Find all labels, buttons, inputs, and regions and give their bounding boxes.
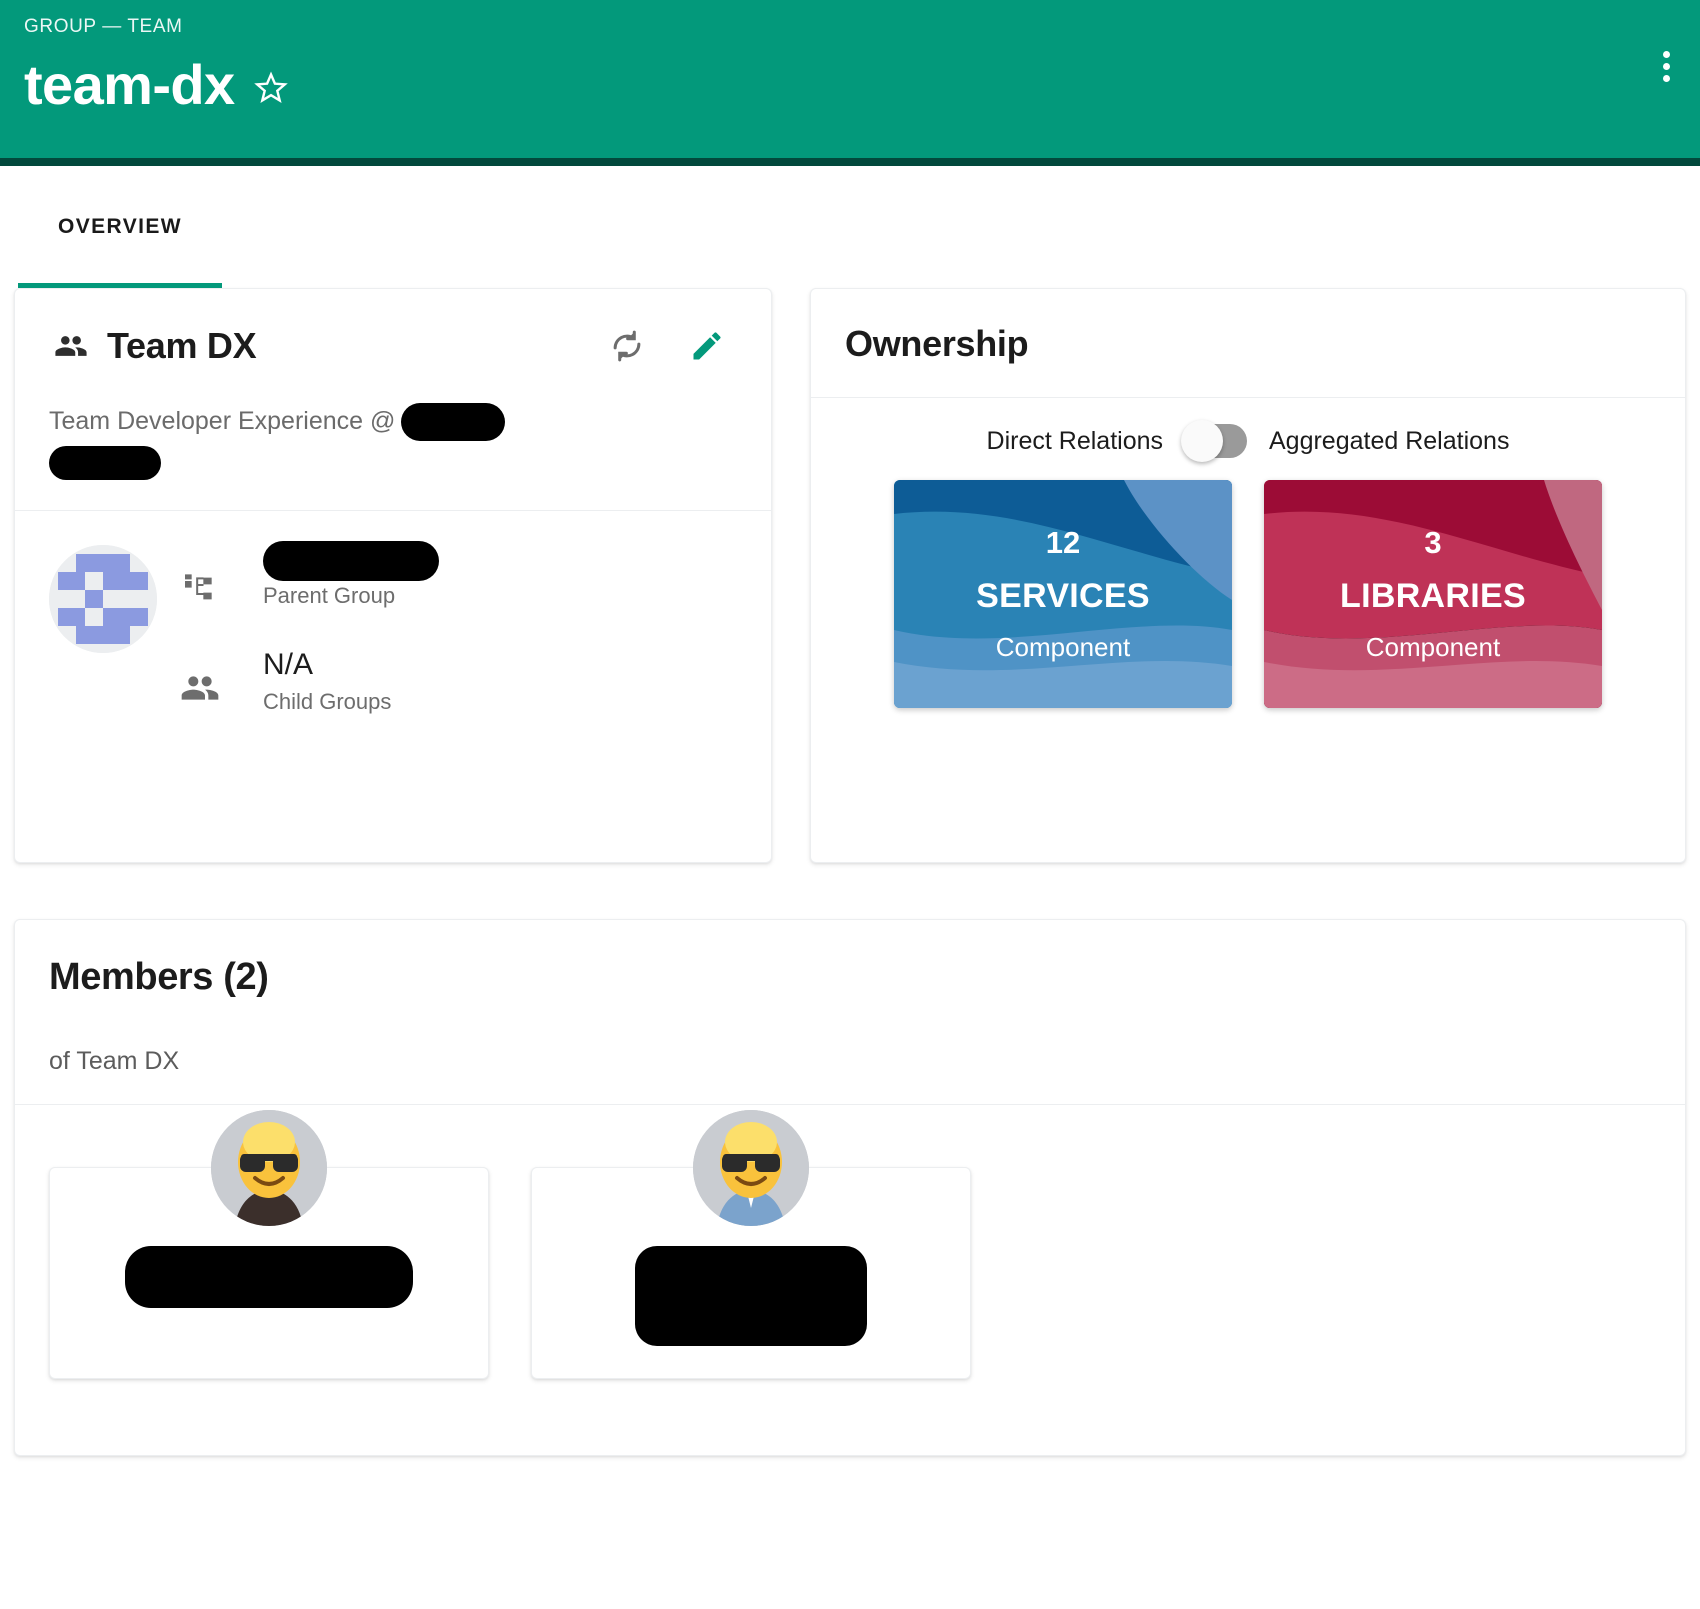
tab-bar: OVERVIEW xyxy=(0,166,1700,288)
about-card-actions xyxy=(607,326,737,366)
about-description-line2 xyxy=(15,442,771,480)
ownership-tiles: 12 SERVICES Component 3 LIBRARIES Compon… xyxy=(839,480,1657,708)
group-people-icon xyxy=(49,327,93,365)
about-card-header: Team DX xyxy=(15,289,771,401)
redacted-member-name xyxy=(125,1246,413,1308)
about-card-body: Parent Group N/A Child Groups xyxy=(15,511,771,715)
member-card[interactable] xyxy=(49,1110,489,1379)
redacted-member-name xyxy=(635,1246,867,1346)
pencil-edit-icon[interactable] xyxy=(687,326,727,366)
identicon-avatar xyxy=(49,545,157,653)
more-vert-icon[interactable] xyxy=(1644,38,1688,94)
direct-relations-label: Direct Relations xyxy=(986,426,1163,455)
tab-overview-label: OVERVIEW xyxy=(57,215,182,238)
breadcrumb: GROUP — TEAM xyxy=(24,16,183,37)
sync-refresh-icon[interactable] xyxy=(607,326,647,366)
field-child-groups-content: N/A Child Groups xyxy=(263,643,391,715)
ownership-tile-services[interactable]: 12 SERVICES Component xyxy=(894,480,1232,708)
field-child-groups-label: Child Groups xyxy=(263,689,392,714)
about-description-text: Team Developer Experience @ xyxy=(49,407,396,435)
about-description: Team Developer Experience @ xyxy=(15,401,771,442)
page-content: Team DX Team Developer Experience @ Pare… xyxy=(0,288,1700,1456)
ownership-tile-services-kind: SERVICES xyxy=(976,577,1150,615)
kebab-dot xyxy=(1662,50,1670,58)
member-card[interactable] xyxy=(531,1110,971,1379)
ownership-card-header: Ownership xyxy=(811,289,1685,397)
ownership-tile-libraries-content: 3 LIBRARIES Component xyxy=(1340,517,1526,671)
ownership-tile-libraries-kind: LIBRARIES xyxy=(1340,577,1526,615)
ownership-card: Ownership Direct Relations Aggregated Re… xyxy=(810,288,1686,863)
members-card-subtitle: of Team DX xyxy=(49,1047,180,1075)
redacted-parent-group-name xyxy=(263,541,439,581)
members-card-title: Members (2) xyxy=(49,956,269,998)
ownership-tile-services-count: 12 xyxy=(1045,525,1081,560)
ownership-tile-services-type: Component xyxy=(995,632,1131,662)
star-outline-icon[interactable] xyxy=(253,70,289,106)
field-parent-group-value xyxy=(263,541,439,581)
header-accent-bar xyxy=(0,158,1700,166)
kebab-dot xyxy=(1662,74,1670,82)
sunglasses-emoji-avatar-blue xyxy=(693,1110,809,1226)
page-title-row: team-dx xyxy=(24,52,1676,118)
relations-toggle-switch[interactable] xyxy=(1181,420,1247,462)
ownership-tile-libraries-count: 3 xyxy=(1424,525,1442,560)
sunglasses-emoji-avatar-dark xyxy=(211,1110,327,1226)
about-fields: Parent Group N/A Child Groups xyxy=(177,541,737,715)
people-icon xyxy=(177,665,223,711)
redacted-org-name xyxy=(401,402,506,441)
ownership-tile-services-content: 12 SERVICES Component xyxy=(976,517,1150,671)
page-header: GROUP — TEAM team-dx xyxy=(0,0,1700,158)
about-card-title: Team DX xyxy=(107,325,257,366)
relations-toggle-row: Direct Relations Aggregated Relations xyxy=(839,420,1657,462)
aggregated-relations-label: Aggregated Relations xyxy=(1269,426,1510,455)
ownership-card-title: Ownership xyxy=(845,323,1029,364)
field-parent-group-label: Parent Group xyxy=(263,583,396,608)
ownership-tile-libraries-type: Component xyxy=(1365,632,1501,662)
about-card: Team DX Team Developer Experience @ Pare… xyxy=(14,288,772,863)
field-parent-group: Parent Group xyxy=(177,541,737,609)
members-list xyxy=(15,1105,1685,1379)
toggle-knob xyxy=(1181,420,1223,462)
ownership-tile-libraries[interactable]: 3 LIBRARIES Component xyxy=(1264,480,1602,708)
members-card: Members (2) of Team DX xyxy=(14,919,1686,1456)
members-card-header: Members (2) of Team DX xyxy=(15,920,1685,1104)
account-tree-icon xyxy=(177,563,223,609)
field-child-groups-value: N/A xyxy=(263,648,314,681)
field-parent-group-content: Parent Group xyxy=(263,541,439,609)
page-title: team-dx xyxy=(24,53,235,116)
redacted-org-domain xyxy=(49,446,161,480)
kebab-dot xyxy=(1662,62,1670,70)
tab-overview[interactable]: OVERVIEW xyxy=(0,166,240,288)
field-child-groups: N/A Child Groups xyxy=(177,643,737,715)
top-row: Team DX Team Developer Experience @ Pare… xyxy=(14,288,1686,863)
ownership-card-body: Direct Relations Aggregated Relations 12… xyxy=(811,398,1685,708)
